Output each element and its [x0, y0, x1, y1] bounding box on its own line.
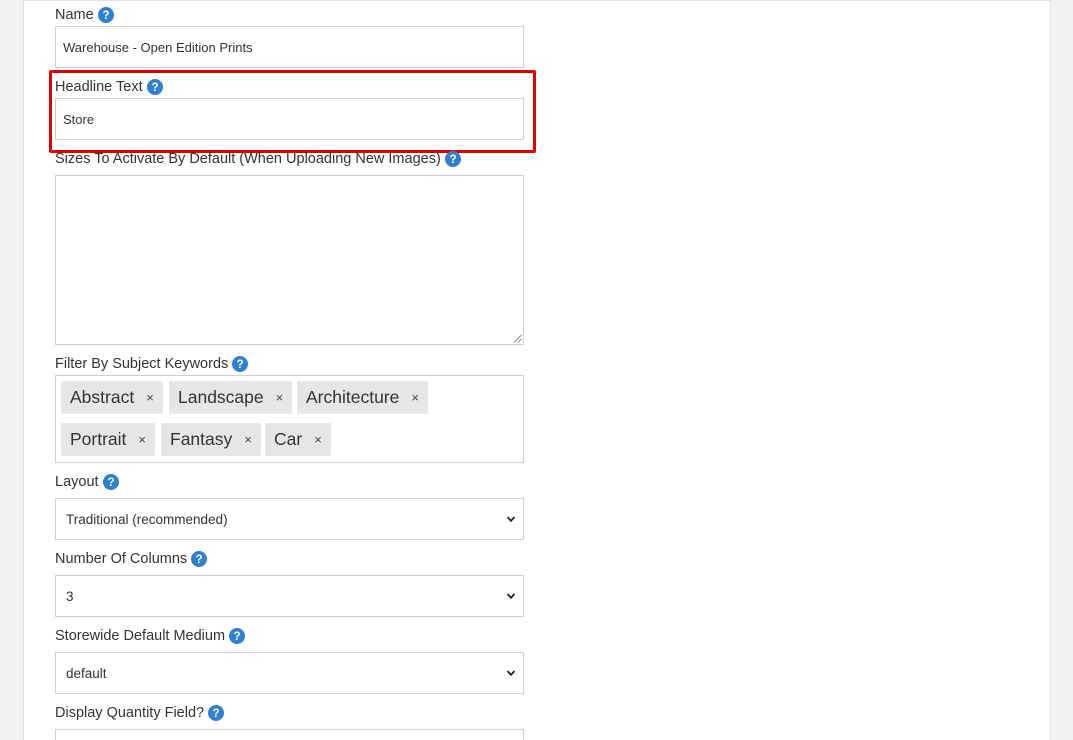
layout-label: Layout — [55, 474, 99, 490]
svg-text:?: ? — [237, 359, 244, 371]
keywords-field-group: Filter By Subject Keywords ? Abstract × … — [55, 354, 524, 463]
name-field-group: Name ? Warehouse - Open Edition Prints — [55, 5, 524, 68]
keyword-tag-label: Fantasy — [170, 429, 233, 449]
name-label: Name — [55, 7, 94, 23]
help-icon[interactable]: ? — [444, 151, 461, 167]
headline-field-group: Headline Text ? Store — [55, 77, 524, 140]
columns-label: Number Of Columns — [55, 551, 188, 567]
help-icon[interactable]: ? — [208, 705, 225, 721]
close-icon[interactable]: × — [244, 432, 252, 447]
help-icon[interactable]: ? — [229, 628, 246, 644]
medium-selected-value: default — [66, 665, 107, 681]
headline-label-row: Headline Text ? — [55, 77, 524, 97]
keyword-tag-fantasy: Fantasy × — [161, 423, 261, 456]
columns-label-row: Number Of Columns ? — [55, 549, 524, 569]
keywords-label-row: Filter By Subject Keywords ? — [55, 354, 524, 374]
medium-label-row: Storewide Default Medium ? — [55, 626, 524, 646]
keyword-tag-label: Portrait — [70, 429, 127, 449]
chevron-down-icon — [506, 593, 516, 600]
keyword-tag-abstract: Abstract × — [61, 381, 163, 414]
name-input[interactable]: Warehouse - Open Edition Prints — [55, 26, 524, 68]
close-icon[interactable]: × — [276, 390, 284, 405]
keywords-label: Filter By Subject Keywords — [55, 356, 229, 372]
help-icon[interactable]: ? — [102, 474, 119, 490]
name-input-value: Warehouse - Open Edition Prints — [63, 39, 253, 55]
columns-selected-value: 3 — [66, 588, 74, 604]
layout-label-row: Layout ? — [55, 472, 524, 492]
quantity-select[interactable] — [55, 729, 524, 740]
svg-text:?: ? — [107, 477, 114, 489]
keyword-tag-label: Landscape — [178, 387, 264, 407]
quantity-field-group: Display Quantity Field? ? — [55, 703, 524, 740]
keyword-tag-label: Architecture — [306, 387, 400, 407]
close-icon[interactable]: × — [146, 390, 154, 405]
name-label-row: Name ? — [55, 5, 524, 25]
keyword-tag-label: Abstract — [70, 387, 135, 407]
help-icon[interactable]: ? — [232, 356, 249, 372]
resize-handle-icon[interactable] — [513, 334, 522, 343]
help-icon[interactable]: ? — [191, 551, 208, 567]
layout-select[interactable]: Traditional (recommended) — [55, 498, 524, 540]
keyword-tag-landscape: Landscape × — [169, 381, 293, 414]
layout-selected-value: Traditional (recommended) — [66, 511, 228, 527]
quantity-label: Display Quantity Field? — [55, 705, 205, 721]
sizes-label: Sizes To Activate By Default (When Uploa… — [55, 151, 441, 167]
medium-select[interactable]: default — [55, 652, 524, 694]
help-icon[interactable]: ? — [146, 79, 163, 95]
svg-text:?: ? — [196, 554, 203, 566]
columns-select[interactable]: 3 — [55, 575, 524, 617]
keyword-tag-portrait: Portrait × — [61, 423, 155, 456]
svg-text:?: ? — [151, 82, 158, 94]
svg-text:?: ? — [213, 708, 220, 720]
svg-text:?: ? — [102, 10, 109, 22]
close-icon[interactable]: × — [138, 432, 146, 447]
sizes-field-group: Sizes To Activate By Default (When Uploa… — [55, 149, 524, 345]
keywords-tag-input[interactable]: Abstract × Landscape × Architecture × Po… — [55, 375, 524, 463]
sizes-textarea[interactable] — [55, 175, 524, 345]
chevron-down-icon — [506, 516, 516, 523]
keyword-tag-architecture: Architecture × — [297, 381, 428, 414]
headline-input[interactable]: Store — [55, 98, 524, 140]
chevron-down-icon — [506, 670, 516, 677]
help-icon[interactable]: ? — [97, 7, 114, 23]
close-icon[interactable]: × — [314, 432, 322, 447]
headline-input-value: Store — [63, 111, 95, 127]
headline-label: Headline Text — [55, 79, 143, 95]
keyword-tag-label: Car — [274, 429, 303, 449]
layout-field-group: Layout ? Traditional (recommended) — [55, 472, 524, 540]
close-icon[interactable]: × — [411, 390, 419, 405]
quantity-label-row: Display Quantity Field? ? — [55, 703, 524, 723]
svg-text:?: ? — [234, 631, 241, 643]
sizes-label-row: Sizes To Activate By Default (When Uploa… — [55, 149, 524, 169]
columns-field-group: Number Of Columns ? 3 — [55, 549, 524, 617]
keyword-tag-car: Car × — [265, 423, 331, 456]
medium-label: Storewide Default Medium — [55, 628, 226, 644]
svg-text:?: ? — [449, 154, 456, 166]
medium-field-group: Storewide Default Medium ? default — [55, 626, 524, 694]
